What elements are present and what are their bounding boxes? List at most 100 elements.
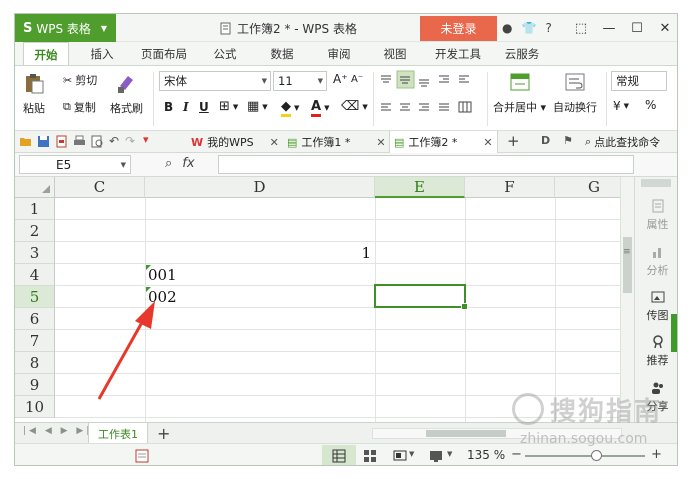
restore-layout-icon[interactable]: ⬚ (567, 21, 595, 36)
bold-button[interactable]: B (164, 100, 173, 114)
undo-icon[interactable]: ↶ (109, 134, 119, 148)
pdf-export-icon[interactable] (55, 135, 68, 148)
fx-icon[interactable]: fx (182, 156, 194, 171)
tab-review[interactable]: 审阅 (319, 42, 359, 65)
merge-center-button[interactable]: 合并居中 ▾ (493, 71, 546, 115)
panel-collapse-bar[interactable] (641, 179, 671, 187)
flag-icon[interactable]: ⚑ (563, 134, 573, 147)
tab-formulas[interactable]: 公式 (205, 42, 245, 65)
row-header-10[interactable]: 10 (15, 396, 55, 418)
doc-list-icon[interactable]: D (541, 134, 550, 147)
open-folder-icon[interactable] (19, 135, 32, 148)
row-header-4[interactable]: 4 (15, 264, 55, 286)
clear-format-button[interactable]: ⌫ ▼ (341, 99, 368, 114)
row-header-2[interactable]: 2 (15, 220, 55, 242)
row-header-1[interactable]: 1 (15, 198, 55, 220)
format-painter-button[interactable]: 格式刷 (110, 72, 143, 116)
tab-cloud[interactable]: 云服务 (497, 42, 547, 65)
tab-insert[interactable]: 插入 (81, 42, 123, 65)
sidebar-item-share[interactable]: 分享 (635, 381, 677, 414)
font-name-select[interactable]: 宋体 ▼ (159, 71, 271, 91)
column-header-c[interactable]: C (55, 177, 145, 198)
select-all-corner[interactable] (15, 177, 55, 198)
scroll-thumb[interactable] (426, 430, 506, 437)
active-cell-e5[interactable] (374, 284, 468, 310)
tab-workbook1[interactable]: ▤ 工作簿1 * ✕ (283, 131, 390, 153)
italic-button[interactable]: I (183, 100, 189, 114)
cut-button[interactable]: ✂ 剪切 (63, 72, 97, 88)
column-header-d[interactable]: D (145, 177, 375, 198)
sheet-status-icon[interactable] (135, 449, 149, 463)
sidebar-item-attributes[interactable]: 属性 (635, 199, 677, 232)
feedback-icon[interactable]: ● (502, 21, 512, 35)
horizontal-scrollbar[interactable] (372, 428, 622, 439)
sidebar-item-analysis[interactable]: 分析 (635, 245, 677, 278)
minimize-icon[interactable]: — (595, 21, 623, 36)
zoom-level[interactable]: 135 % (467, 448, 505, 462)
close-icon[interactable]: ✕ (651, 21, 677, 36)
zoom-slider-knob[interactable] (591, 450, 602, 461)
row-header-9[interactable]: 9 (15, 374, 55, 396)
login-button[interactable]: 未登录 (420, 16, 497, 41)
row-header-3[interactable]: 3 (15, 242, 55, 264)
copy-button[interactable]: ⧉ 复制 (63, 99, 96, 115)
vertical-scrollbar[interactable]: ≡ (620, 177, 634, 422)
close-icon[interactable]: ✕ (376, 136, 385, 149)
fill-color-button[interactable]: ◆ ▼ (281, 99, 299, 117)
chevron-down-icon[interactable]: ▼ (447, 450, 452, 458)
column-header-f[interactable]: F (465, 177, 555, 198)
border-button[interactable]: ⊞ ▼ (219, 99, 238, 114)
layout-view-icon[interactable] (393, 449, 407, 463)
spreadsheet-grid[interactable]: C D E F G 1 2 3 4 5 6 7 8 9 10 1 001 002 (15, 177, 634, 422)
zoom-out-icon[interactable]: − (511, 447, 522, 462)
column-header-e[interactable]: E (375, 177, 465, 198)
row-header-8[interactable]: 8 (15, 352, 55, 374)
eye-protection-icon[interactable] (429, 449, 443, 463)
normal-view-icon[interactable] (332, 449, 346, 463)
cell-style-button[interactable]: ▦ ▼ (247, 99, 268, 114)
add-sheet-button[interactable]: + (157, 424, 170, 443)
tab-page-layout[interactable]: 页面布局 (135, 42, 193, 65)
tab-developer[interactable]: 开发工具 (429, 42, 487, 65)
new-tab-button[interactable]: + (507, 132, 520, 150)
tab-workbook2[interactable]: ▤ 工作簿2 * ✕ (389, 131, 498, 153)
side-panel-toggle[interactable] (671, 314, 677, 352)
currency-button[interactable]: ¥ ▼ (613, 99, 629, 113)
zoom-in-icon[interactable]: + (651, 447, 662, 462)
print-preview-icon[interactable] (91, 135, 104, 148)
font-size-select[interactable]: 11 ▼ (273, 71, 327, 91)
cell-d4[interactable]: 001 (148, 264, 177, 286)
page-break-view-icon[interactable] (363, 449, 377, 463)
name-box[interactable]: E5 ▼ (19, 155, 131, 174)
tab-view[interactable]: 视图 (375, 42, 415, 65)
command-search[interactable]: ⌕ 点此查找命令 (585, 134, 660, 150)
maximize-icon[interactable]: ☐ (623, 21, 651, 36)
row-header-6[interactable]: 6 (15, 308, 55, 330)
zoom-search-icon[interactable]: ⌕ (165, 156, 172, 171)
scroll-thumb[interactable] (623, 237, 632, 293)
percent-button[interactable]: % (645, 98, 656, 112)
number-format-select[interactable]: 常规 (611, 71, 667, 91)
underline-button[interactable]: U (199, 100, 209, 114)
paste-button[interactable]: 粘贴 (23, 72, 45, 116)
print-icon[interactable] (73, 135, 86, 148)
formula-input[interactable] (218, 155, 634, 174)
shrink-font-button[interactable]: A⁻ (351, 74, 363, 85)
wrap-text-button[interactable]: 自动换行 (553, 71, 597, 115)
chevron-down-icon[interactable]: ▼ (409, 450, 414, 458)
tab-my-wps[interactable]: W 我的WPS ✕ (187, 131, 283, 153)
row-header-5[interactable]: 5 (15, 286, 55, 308)
font-color-button[interactable]: A ▼ (311, 99, 329, 117)
chevron-down-icon[interactable]: ▾ (143, 133, 149, 146)
save-icon[interactable] (37, 135, 50, 148)
redo-icon[interactable]: ↷ (125, 134, 135, 148)
tab-home[interactable]: 开始 (23, 42, 69, 66)
grow-font-button[interactable]: A⁺ (333, 72, 348, 86)
sheet-tab-1[interactable]: 工作表1 (88, 423, 148, 444)
help-icon[interactable]: ? (545, 21, 551, 35)
row-header-7[interactable]: 7 (15, 330, 55, 352)
tab-data[interactable]: 数据 (262, 42, 302, 65)
skin-icon[interactable]: 👕 (521, 21, 536, 35)
cell-d3[interactable]: 1 (315, 242, 371, 264)
close-icon[interactable]: ✕ (270, 136, 279, 149)
